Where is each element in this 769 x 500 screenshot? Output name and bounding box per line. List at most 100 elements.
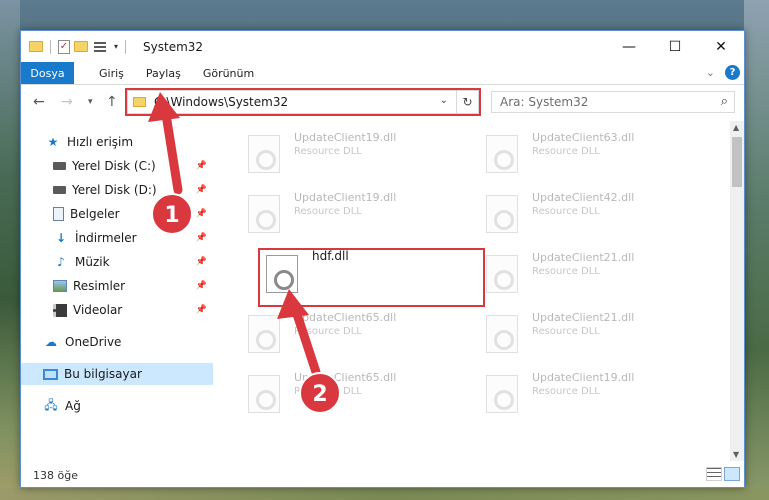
sidebar-item-onedrive[interactable]: ☁ OneDrive [21,331,213,353]
window-controls: — ☐ ✕ [606,31,744,62]
sidebar-item-label: Yerel Disk (D:) [72,183,157,197]
file-name: UpdateClient63.dll [532,131,635,144]
file-type: Resource DLL [532,326,600,337]
search-placeholder: Ara: System32 [500,95,589,109]
search-icon[interactable]: ⌕ [721,94,728,109]
drive-icon [53,186,66,194]
sidebar-item-network[interactable]: 🖧 Ağ [21,395,213,417]
pin-icon[interactable]: 📌 [196,257,207,267]
scroll-up-icon[interactable]: ▲ [733,123,739,132]
dll-file-icon [486,375,518,413]
file-name: UpdateClient65.dll [294,311,397,324]
pin-icon[interactable]: 📌 [196,233,207,243]
list-item[interactable]: UpdateClient63.dll Resource DLL [482,129,712,181]
documents-icon [53,207,64,221]
toolbar-divider [125,39,127,54]
sidebar-item-label: OneDrive [65,335,122,349]
sidebar-item-local-disk-c[interactable]: Yerel Disk (C:) 📌 [21,155,213,177]
tab-file[interactable]: Dosya [21,62,74,84]
dll-file-icon [248,315,280,353]
file-type: Resource DLL [532,206,600,217]
properties-check-icon[interactable]: ✓ [58,39,70,54]
file-highlight-box [258,248,485,307]
large-icons-view-icon[interactable] [724,467,740,481]
sidebar-item-pictures[interactable]: Resimler 📌 [21,275,213,297]
help-icon[interactable]: ? [725,65,740,80]
file-type: Resource DLL [532,266,600,277]
list-item[interactable]: UpdateClient19.dll Resource DLL [482,369,712,421]
sidebar-item-local-disk-d[interactable]: Yerel Disk (D:) 📌 [21,179,213,201]
pin-icon[interactable]: 📌 [196,281,207,291]
tab-view[interactable]: Görünüm [192,62,265,84]
dll-file-icon [486,255,518,293]
search-input[interactable]: Ara: System32 ⌕ [491,91,735,113]
file-type: Resource DLL [294,206,362,217]
pin-icon[interactable]: 📌 [196,185,207,195]
list-item[interactable]: UpdateClient65.dll Resource DLL [244,309,474,361]
sidebar-item-quick-access[interactable]: ★ Hızlı erişim [21,131,213,153]
file-name: UpdateClient21.dll [532,311,635,324]
desktop-background-right [744,0,769,500]
dll-file-icon [486,195,518,233]
maximize-button[interactable]: ☐ [652,31,698,62]
scroll-down-icon[interactable]: ▼ [733,450,739,459]
file-name: UpdateClient19.dll [294,191,397,204]
forward-arrow-icon[interactable]: → [61,94,73,110]
title-bar: ✓ ▾ System32 — ☐ ✕ [21,31,744,62]
sidebar-item-videos[interactable]: Videolar 📌 [21,299,213,321]
file-list: UpdateClient19.dll Resource DLL UpdateCl… [214,121,730,461]
customize-toolbar-icon[interactable] [92,40,108,53]
sidebar-item-downloads[interactable]: ↓ İndirmeler 📌 [21,227,213,249]
chevron-down-icon[interactable]: ⌄ [706,66,715,79]
list-item[interactable]: UpdateClient21.dll Resource DLL [482,249,712,301]
dll-file-icon [248,375,280,413]
dll-file-icon [486,135,518,173]
file-type: Resource DLL [294,146,362,157]
ribbon-tabs: Dosya Giriş Paylaş Görünüm ⌄ ? [21,62,744,85]
pictures-icon [53,280,67,292]
list-item[interactable]: UpdateClient19.dll Resource DLL [244,189,474,241]
pin-icon[interactable]: 📌 [196,161,207,171]
pin-icon[interactable]: 📌 [196,305,207,315]
navigation-bar: ← → ▾ ↑ C:\Windows\System32 ⌄ ↻ Ara: Sys… [21,86,744,118]
file-type: Resource DLL [294,386,362,397]
drive-icon [53,162,66,170]
list-item[interactable]: UpdateClient42.dll Resource DLL [482,189,712,241]
file-type: Resource DLL [532,146,600,157]
sidebar-item-this-pc[interactable]: Bu bilgisayar [21,363,213,385]
sidebar-item-label: Müzik [75,255,110,269]
list-item[interactable]: UpdateClient21.dll Resource DLL [482,309,712,361]
toolbar-dropdown-icon[interactable]: ▾ [114,42,118,51]
tab-share[interactable]: Paylaş [135,62,192,84]
desktop-background-left [0,0,20,500]
status-bar: 138 öğe [21,463,744,487]
tab-home[interactable]: Giriş [88,62,135,84]
new-folder-icon[interactable] [74,41,88,52]
list-item[interactable]: UpdateClient65.dll Resource DLL [244,369,474,421]
list-item[interactable]: UpdateClient19.dll Resource DLL [244,129,474,181]
vertical-scrollbar[interactable]: ▲ ▼ [730,121,744,461]
sidebar-item-music[interactable]: ♪ Müzik 📌 [21,251,213,273]
folder-icon [29,41,43,52]
quick-access-toolbar: ✓ ▾ [21,39,129,54]
details-view-icon[interactable] [706,467,722,481]
address-highlight-box [125,88,481,116]
back-arrow-icon[interactable]: ← [33,94,45,110]
scroll-thumb[interactable] [732,137,742,187]
recent-locations-chevron-icon[interactable]: ▾ [88,97,93,107]
explorer-window: ✓ ▾ System32 — ☐ ✕ Dosya Giriş Paylaş Gö… [20,30,745,488]
sidebar-item-label: Yerel Disk (C:) [72,159,156,173]
file-name: UpdateClient21.dll [532,251,635,264]
sidebar-item-label: Bu bilgisayar [64,367,142,381]
close-button[interactable]: ✕ [698,31,744,62]
file-name: UpdateClient19.dll [532,371,635,384]
item-count: 138 öğe [33,468,78,482]
desktop-background-bottom [0,488,769,500]
sidebar-item-documents[interactable]: Belgeler 📌 [21,203,213,225]
minimize-button[interactable]: — [606,31,652,62]
downloads-icon: ↓ [55,231,67,245]
sidebar-item-label: İndirmeler [75,231,137,245]
up-arrow-icon[interactable]: ↑ [106,94,118,110]
pin-icon[interactable]: 📌 [196,209,207,219]
navigation-pane: ★ Hızlı erişim Yerel Disk (C:) 📌 Yerel D… [21,121,213,461]
